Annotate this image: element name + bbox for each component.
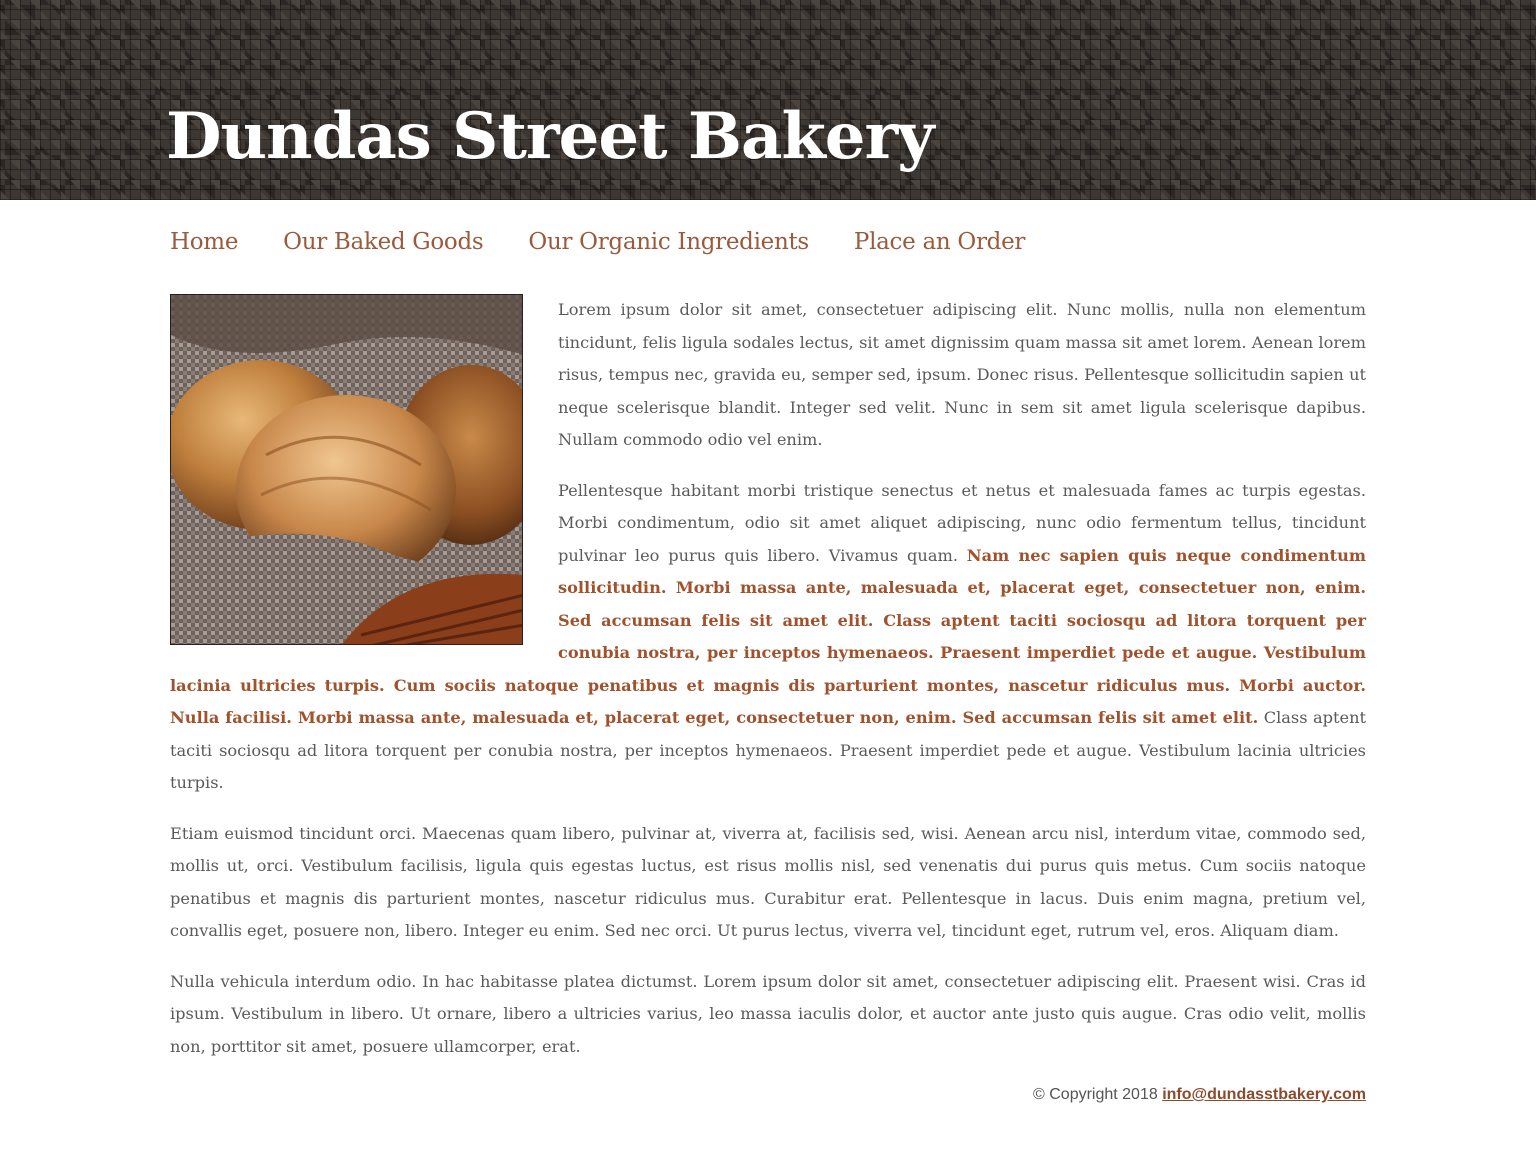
contact-email-link[interactable]: info@dundasstbakery.com xyxy=(1162,1086,1366,1103)
paragraph-4: Nulla vehicula interdum odio. In hac hab… xyxy=(170,971,1366,1056)
main-nav: Home Our Baked Goods Our Organic Ingredi… xyxy=(170,226,1070,258)
site-title: Dundas Street Bakery xyxy=(166,99,934,174)
nav-item-baked-goods[interactable]: Our Baked Goods xyxy=(283,226,484,258)
main-content: Lorem ipsum dolor sit amet, consectetuer… xyxy=(170,294,1366,1081)
nav-item-home[interactable]: Home xyxy=(170,226,238,258)
bread-illustration xyxy=(171,295,522,644)
nav-item-place-order[interactable]: Place an Order xyxy=(854,226,1025,258)
site-footer: © Copyright 2018 info@dundasstbakery.com xyxy=(1033,1086,1366,1104)
copyright-text: © Copyright 2018 xyxy=(1033,1086,1163,1103)
site-header: Dundas Street Bakery xyxy=(0,0,1536,200)
paragraph-3: Etiam euismod tincidunt orci. Maecenas q… xyxy=(170,823,1366,941)
nav-item-organic-ingredients[interactable]: Our Organic Ingredients xyxy=(528,226,809,258)
bread-basket-image xyxy=(170,294,523,645)
